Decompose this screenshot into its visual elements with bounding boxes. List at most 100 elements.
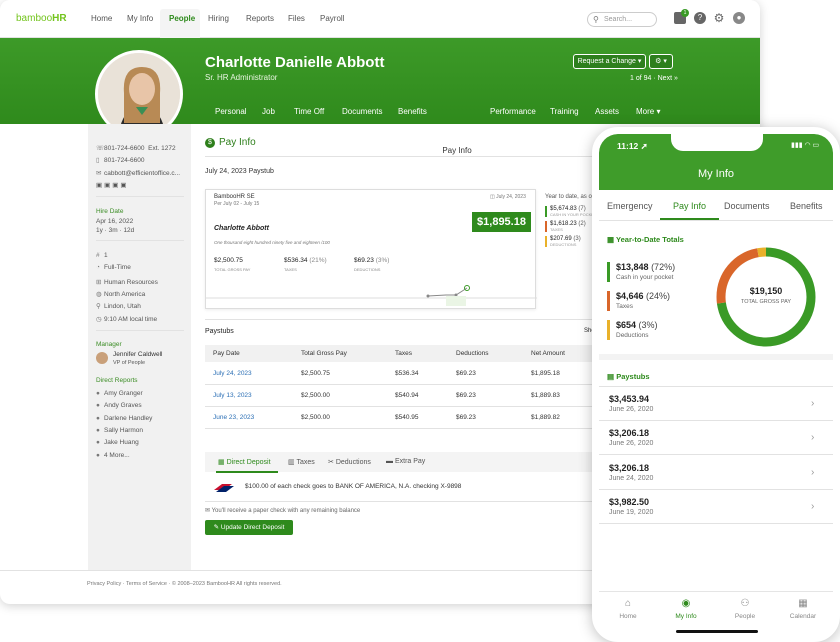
- tab-personal[interactable]: Personal: [215, 107, 247, 116]
- request-change-button[interactable]: Request a Change ▾: [573, 54, 646, 69]
- tab-deductions[interactable]: ✂ Deductions: [328, 458, 371, 466]
- chevron-right-icon[interactable]: ›: [811, 432, 814, 443]
- ytd-taxes-label: Taxes: [616, 303, 633, 310]
- user-avatar-icon[interactable]: ●: [733, 12, 745, 24]
- phone-ytd-heading: ▦ Year-to-Date Totals: [607, 235, 684, 244]
- row-gross: $2,500.75: [301, 370, 330, 377]
- email-link[interactable]: ✉ cabbott@efficientoffice.c...: [96, 169, 180, 177]
- calendar-icon[interactable]: ▦: [774, 598, 832, 609]
- row-pay-date[interactable]: July 24, 2023: [213, 370, 252, 377]
- tab-documents[interactable]: Documents: [342, 107, 382, 116]
- stub-company: BambooHR SE: [214, 194, 255, 200]
- org-icon: ⊞: [96, 279, 102, 286]
- nav-home[interactable]: Home: [91, 14, 112, 23]
- row-net: $1,895.18: [531, 370, 560, 377]
- person-icon: ●: [96, 415, 100, 422]
- bottom-nav-my-info[interactable]: My Info: [657, 613, 715, 620]
- paystub-date: June 24, 2020: [609, 475, 654, 482]
- mail-icon: ✉: [96, 170, 102, 177]
- gear-icon[interactable]: ⚙: [713, 12, 725, 24]
- col-gross[interactable]: Total Gross Pay: [301, 350, 347, 357]
- stub-taxes: $536.34 (21%): [284, 257, 327, 264]
- tab-more[interactable]: More ▾: [636, 107, 660, 116]
- col-taxes[interactable]: Taxes: [395, 350, 412, 357]
- ytd-cash: $5,674.83 (7) CASH IN YOUR POCKET: [545, 206, 596, 217]
- nav-reports[interactable]: Reports: [246, 14, 274, 23]
- ytd-taxes-value: $4,646 (24%): [616, 291, 671, 301]
- money-icon: ▬: [386, 458, 393, 465]
- bottom-nav-calendar[interactable]: Calendar: [774, 613, 832, 620]
- phone-tab-benefits[interactable]: Benefits: [790, 201, 823, 211]
- row-taxes: $536.34: [395, 370, 419, 377]
- report-item[interactable]: ● Andy Graves: [96, 402, 142, 409]
- phone-tab-emergency[interactable]: Emergency: [607, 201, 653, 211]
- phone-bottom-nav: ⌂ Home ◉ My Info ⚇ People ▦ Calendar: [599, 591, 833, 635]
- update-direct-deposit-button[interactable]: ✎ Update Direct Deposit: [205, 520, 293, 535]
- paystub-card[interactable]: BambooHR SE Per July 02 - July 15 ◫ July…: [205, 189, 537, 309]
- person-icon: ●: [96, 427, 100, 434]
- tab-job[interactable]: Job: [262, 107, 275, 116]
- nav-my-info[interactable]: My Info: [127, 14, 153, 23]
- tab-time-off[interactable]: Time Off: [294, 107, 324, 116]
- tab-performance[interactable]: Performance: [490, 107, 536, 116]
- paystub-label: July 24, 2023 Paystub: [205, 168, 274, 175]
- search-input[interactable]: ⚲ Search...: [587, 12, 657, 27]
- nav-files[interactable]: Files: [288, 14, 305, 23]
- phone-icon: ☏: [96, 145, 105, 152]
- chevron-right-icon[interactable]: ›: [811, 398, 814, 409]
- divider: [96, 330, 184, 331]
- chevron-right-icon[interactable]: ›: [811, 501, 814, 512]
- report-item[interactable]: ● Sally Harmon: [96, 427, 143, 434]
- col-deductions[interactable]: Deductions: [456, 350, 489, 357]
- help-icon[interactable]: ?: [694, 12, 706, 24]
- chevron-right-icon[interactable]: ›: [811, 467, 814, 478]
- paystub-amount[interactable]: $3,206.18: [609, 463, 649, 473]
- paystub-amount[interactable]: $3,982.50: [609, 497, 649, 507]
- work-phone[interactable]: ☏801-724-6600 Ext. 1272: [96, 144, 176, 152]
- phone-tab-documents[interactable]: Documents: [724, 201, 770, 211]
- bamboohr-logo[interactable]: bambooHR: [16, 13, 67, 24]
- social-icons[interactable]: ▣▣▣▣: [96, 181, 129, 189]
- home-icon[interactable]: ⌂: [599, 598, 657, 609]
- nav-payroll[interactable]: Payroll: [320, 14, 344, 23]
- manager-name[interactable]: Jennifer Caldwell: [113, 351, 163, 358]
- profile-pager[interactable]: 1 of 94 · Next »: [630, 75, 678, 82]
- active-tab-underline: [216, 471, 278, 473]
- tab-taxes[interactable]: ▥ Taxes: [288, 458, 315, 466]
- profile-gear-button[interactable]: ⚙ ▾: [649, 54, 673, 69]
- mobile-phone[interactable]: ▯ 801-724-6600: [96, 156, 144, 164]
- tab-assets[interactable]: Assets: [595, 107, 619, 116]
- nav-people[interactable]: People: [169, 14, 195, 23]
- footer-links[interactable]: Privacy Policy · Terms of Service · © 20…: [87, 581, 282, 587]
- report-more[interactable]: ● 4 More...: [96, 452, 130, 459]
- paystub-amount[interactable]: $3,206.18: [609, 428, 649, 438]
- row-net: $1,889.82: [531, 414, 560, 421]
- report-item[interactable]: ● Amy Granger: [96, 390, 143, 397]
- my-info-icon[interactable]: ◉: [657, 598, 715, 609]
- row-pay-date[interactable]: July 13, 2023: [213, 392, 252, 399]
- paystub-trend-chart: [206, 285, 537, 306]
- edit-icon: ✎: [213, 524, 220, 531]
- bottom-nav-people[interactable]: People: [716, 613, 774, 620]
- report-item[interactable]: ● Darlene Handley: [96, 415, 152, 422]
- bottom-nav-home[interactable]: Home: [599, 613, 657, 620]
- row-pay-date[interactable]: June 23, 2023: [213, 414, 254, 421]
- tab-benefits[interactable]: Benefits: [398, 107, 427, 116]
- col-pay-date[interactable]: Pay Date: [213, 350, 240, 357]
- report-item[interactable]: ● Jake Huang: [96, 439, 139, 446]
- search-placeholder: Search...: [604, 16, 633, 23]
- people-icon[interactable]: ⚇: [716, 598, 774, 609]
- ytd-summary: Year to date, as of $5,674.83 (7) CASH IN…: [545, 194, 596, 247]
- nav-hiring[interactable]: Hiring: [208, 14, 229, 23]
- paystub-amount[interactable]: $3,453.94: [609, 394, 649, 404]
- phone-tab-pay-info[interactable]: Pay Info: [673, 201, 706, 211]
- tab-direct-deposit[interactable]: ▦ Direct Deposit: [218, 458, 271, 466]
- stub-gross: $2,500.75: [214, 257, 243, 264]
- divider: [205, 319, 595, 320]
- ytd-taxes-bar: [607, 291, 610, 311]
- tab-extra-pay[interactable]: ▬ Extra Pay: [386, 458, 425, 465]
- col-net[interactable]: Net Amount: [531, 350, 565, 357]
- tab-pay-info[interactable]: Pay Info: [434, 139, 480, 162]
- tab-training[interactable]: Training: [550, 107, 579, 116]
- stub-date: ◫ July 24, 2023: [490, 194, 526, 200]
